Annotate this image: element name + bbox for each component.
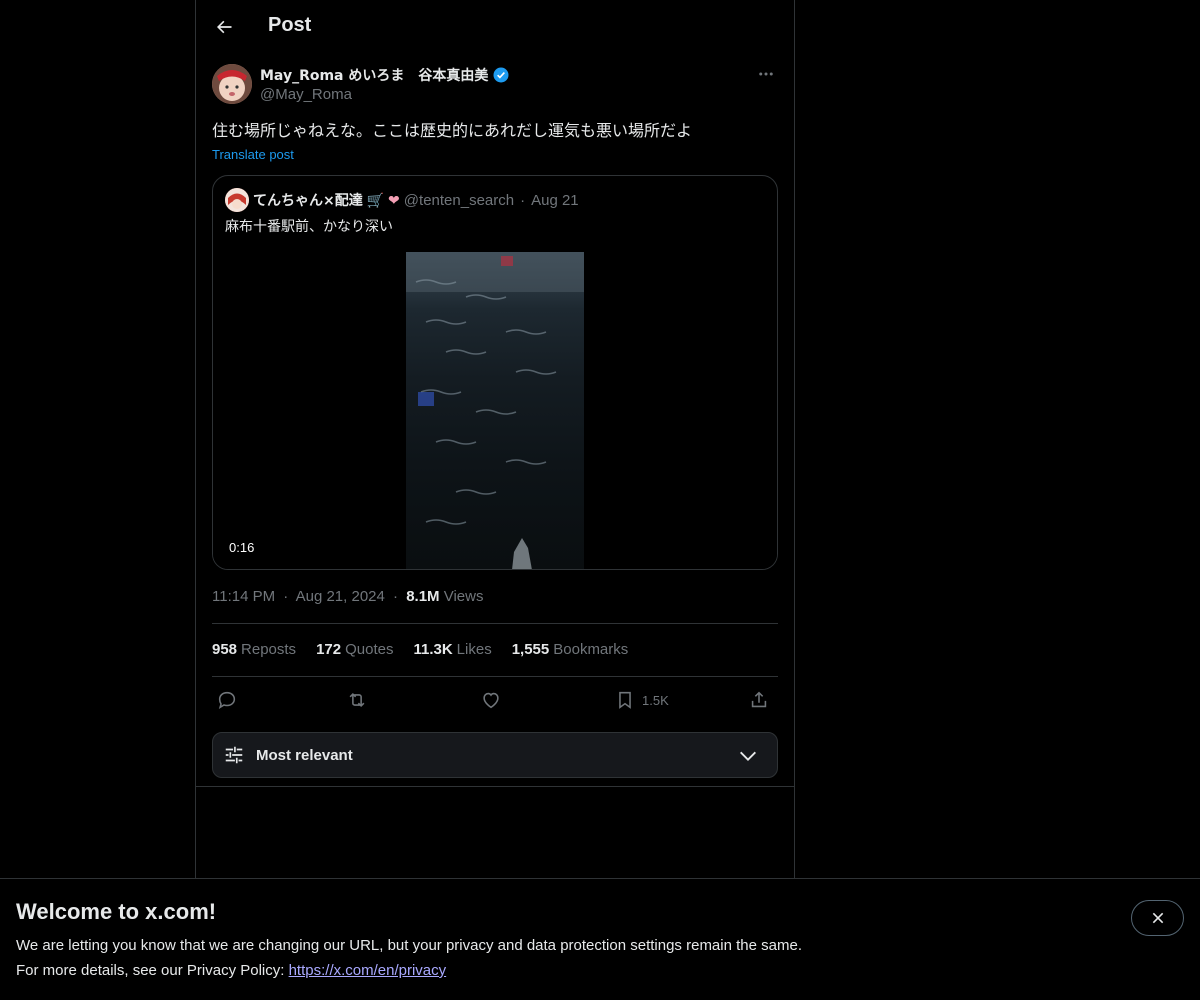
video-duration: 0:16 xyxy=(229,540,255,555)
post-text: 住む場所じゃねえな。ここは歴史的にあれだし運気も悪い場所だよ xyxy=(212,121,693,140)
sliders-icon xyxy=(223,744,245,771)
likes-stat[interactable]: 11.3K Likes xyxy=(413,641,491,658)
divider xyxy=(212,676,778,677)
reposts-label: Reposts xyxy=(241,641,297,658)
quote-text: 麻布十番駅前、かなり深い xyxy=(225,219,393,235)
bookmark-icon xyxy=(619,691,631,709)
meta-separator: · xyxy=(393,588,399,605)
quote-header: てんちゃん×配達 🛒 ❤ @tenten_search · Aug 21 xyxy=(225,188,579,212)
quote-author-emoji: 🛒 ❤ xyxy=(366,191,400,208)
post-time[interactable]: 11:14 PM xyxy=(212,588,275,605)
reposts-count: 958 xyxy=(212,641,238,658)
post-column: Post May_Roma めいろま 谷本真由美 @May_Roma 住む場所じ… xyxy=(195,0,795,878)
post-author: May_Roma めいろま 谷本真由美 @May_Roma xyxy=(212,64,778,108)
chevron-down-icon xyxy=(737,745,759,772)
quoted-post[interactable]: てんちゃん×配達 🛒 ❤ @tenten_search · Aug 21 麻布十… xyxy=(212,175,778,570)
translate-post-link[interactable]: Translate post xyxy=(212,147,294,162)
post-metadata: 11:14 PM · Aug 21, 2024 · 8.1M Views xyxy=(212,588,483,605)
heart-icon xyxy=(483,692,499,709)
divider xyxy=(196,786,794,787)
reply-button[interactable] xyxy=(216,688,238,712)
author-handle[interactable]: @May_Roma xyxy=(260,86,352,103)
quote-author-handle: @tenten_search xyxy=(403,191,515,209)
likes-count: 11.3K xyxy=(413,641,453,658)
verified-badge-icon xyxy=(493,67,509,83)
page-title: Post xyxy=(268,14,312,36)
repost-button[interactable] xyxy=(346,688,368,712)
quote-avatar xyxy=(225,188,249,212)
sort-label: Most relevant xyxy=(256,747,353,764)
close-banner-button[interactable] xyxy=(1131,900,1184,936)
share-button[interactable] xyxy=(748,688,770,712)
likes-label: Likes xyxy=(456,641,492,658)
engagement-stats: 958 Reposts 172 Quotes 11.3K Likes 1,555 Boo… xyxy=(212,641,628,658)
back-button[interactable] xyxy=(208,11,240,43)
like-button[interactable] xyxy=(480,688,502,712)
reposts-stat[interactable]: 958 Reposts xyxy=(212,641,296,658)
banner-title: Welcome to x.com! xyxy=(16,899,217,924)
quote-author-name: てんちゃん×配達 xyxy=(253,193,363,209)
welcome-banner: Welcome to x.com! We are letting you kno… xyxy=(0,878,1200,1000)
bookmarks-label: Bookmarks xyxy=(553,641,629,658)
bookmarks-count: 1,555 xyxy=(511,641,550,658)
repost-icon xyxy=(349,692,365,708)
quotes-label: Quotes xyxy=(345,641,394,658)
bookmark-count: 1.5K xyxy=(642,692,669,708)
action-bar: 1.5K xyxy=(212,688,778,712)
banner-message: We are letting you know that we are chan… xyxy=(16,937,802,954)
views-label: Views xyxy=(443,588,484,605)
divider xyxy=(212,623,778,624)
video-player[interactable]: 0:16 xyxy=(213,252,777,569)
quote-date: Aug 21 xyxy=(531,191,579,209)
post-date[interactable]: Aug 21, 2024 xyxy=(296,588,385,605)
reply-sort-dropdown[interactable]: Most relevant xyxy=(212,732,778,778)
avatar[interactable] xyxy=(212,64,252,104)
bookmark-button[interactable]: 1.5K xyxy=(614,688,669,712)
post-header: Post xyxy=(196,0,794,54)
banner-policy-text: For more details, see our Privacy Policy… xyxy=(16,962,289,979)
author-name[interactable]: May_Roma めいろま 谷本真由美 xyxy=(260,65,510,85)
views-count: 8.1M xyxy=(406,588,440,605)
reply-icon xyxy=(218,691,236,710)
banner-policy-line: For more details, see our Privacy Policy… xyxy=(16,962,446,979)
bookmarks-stat[interactable]: 1,555 Bookmarks xyxy=(512,641,629,658)
author-name-text: May_Roma めいろま 谷本真由美 xyxy=(260,68,489,84)
share-icon xyxy=(751,691,767,708)
close-icon xyxy=(1152,912,1163,924)
more-horizontal-icon xyxy=(759,72,773,76)
arrow-left-icon xyxy=(217,20,232,34)
more-options-button[interactable] xyxy=(754,62,778,86)
video-thumbnail xyxy=(406,252,584,569)
quotes-count: 172 xyxy=(316,641,342,658)
meta-separator: · xyxy=(283,588,289,605)
quote-separator: · xyxy=(520,191,526,209)
quotes-stat[interactable]: 172 Quotes xyxy=(316,641,393,658)
privacy-policy-link[interactable]: https://x.com/en/privacy xyxy=(289,962,447,979)
